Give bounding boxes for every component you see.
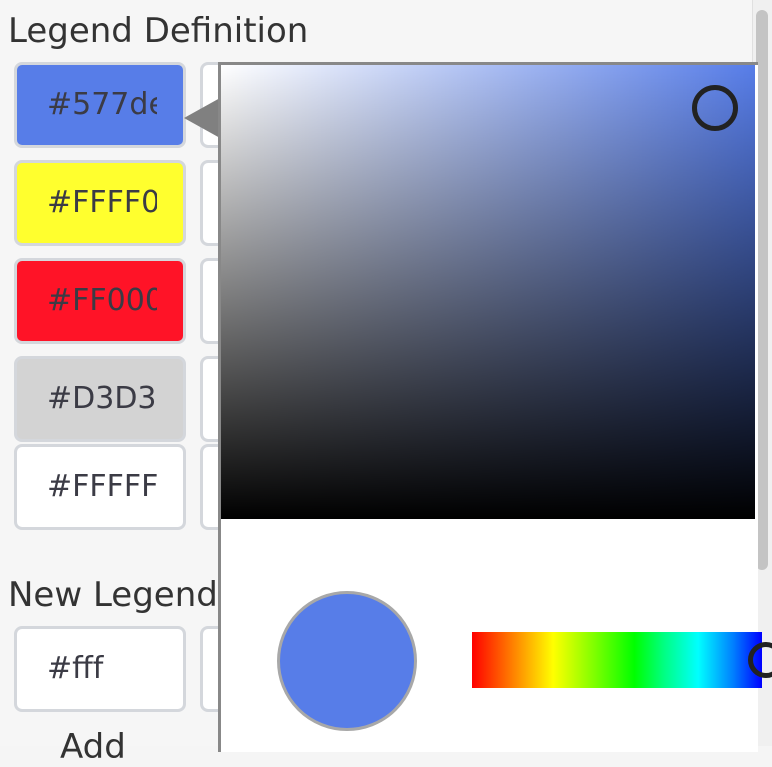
hue-slider[interactable]: [472, 632, 762, 688]
legend-color-value: #FFFF0: [47, 185, 157, 220]
saturation-value-area[interactable]: [221, 65, 755, 519]
legend-color-input-2[interactable]: #FFFF0: [14, 160, 186, 246]
legend-color-input-4[interactable]: #D3D3: [14, 356, 186, 442]
legend-color-value: #577de: [47, 87, 157, 122]
legend-color-value: #D3D3: [47, 381, 157, 416]
legend-color-input-1[interactable]: #577de: [14, 62, 186, 148]
saturation-cursor-handle[interactable]: [692, 85, 738, 131]
legend-color-input-5[interactable]: #FFFFF: [14, 444, 186, 530]
legend-definition-heading: Legend Definition: [8, 11, 309, 51]
new-legend-color-input[interactable]: #fff: [14, 626, 186, 712]
selected-color-preview: [277, 591, 417, 731]
legend-color-input-3[interactable]: #FF000: [14, 258, 186, 344]
add-label-partial: Add: [60, 727, 126, 767]
picker-pointer-arrow: [184, 98, 220, 138]
new-legend-heading: New Legend: [8, 575, 218, 615]
legend-color-value: #FF000: [47, 283, 157, 318]
new-legend-color-value: #fff: [47, 651, 104, 686]
value-black-gradient: [221, 65, 755, 519]
legend-color-value: #FFFFF: [47, 469, 157, 504]
